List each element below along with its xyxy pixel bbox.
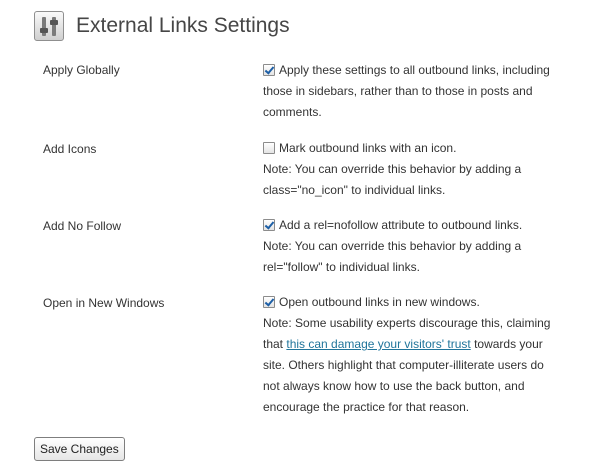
- add-icons-note-line: class="no_icon" to individual links.: [263, 183, 446, 197]
- apply-globally-option-text: Apply these settings to all outbound lin…: [279, 63, 550, 77]
- note-text-fragment: towards your: [470, 337, 543, 351]
- label-add-icons: Add Icons: [43, 142, 97, 156]
- open-new-windows-note-line: site. Others highlight that computer-ill…: [263, 358, 544, 372]
- note-text-fragment: that: [263, 337, 287, 351]
- label-apply-globally: Apply Globally: [43, 63, 120, 77]
- add-no-follow-option-text: Add a rel=nofollow attribute to outbound…: [279, 218, 523, 232]
- label-open-in-new-windows: Open in New Windows: [43, 296, 165, 310]
- add-no-follow-checkbox[interactable]: [263, 219, 275, 231]
- visitors-trust-link[interactable]: this can damage your visitors' trust: [286, 337, 470, 351]
- open-new-windows-note-line: that this can damage your visitors' trus…: [263, 334, 563, 355]
- open-new-windows-option-text: Open outbound links in new windows.: [279, 295, 480, 309]
- open-new-windows-checkbox[interactable]: [263, 296, 275, 308]
- field-add-icons: Mark outbound links with an icon. Note: …: [263, 138, 563, 201]
- label-add-no-follow: Add No Follow: [43, 219, 122, 233]
- add-no-follow-note-line: Note: You can override this behavior by …: [263, 239, 522, 253]
- open-new-windows-note-line: not always know how to use the back butt…: [263, 379, 525, 393]
- page-header: External Links Settings: [34, 10, 290, 42]
- apply-globally-text-line: those in sidebars, rather than to those …: [263, 84, 533, 98]
- add-icons-option-text: Mark outbound links with an icon.: [279, 141, 457, 155]
- open-new-windows-note-line: encourage the practice for that reason.: [263, 400, 470, 414]
- page-title: External Links Settings: [76, 14, 290, 37]
- settings-sliders-icon: [34, 11, 64, 41]
- add-icons-checkbox[interactable]: [263, 142, 275, 154]
- add-no-follow-note-line: rel="follow" to individual links.: [263, 260, 420, 274]
- apply-globally-text-line: comments.: [263, 105, 322, 119]
- add-icons-note-line: Note: You can override this behavior by …: [263, 162, 522, 176]
- field-apply-globally: Apply these settings to all outbound lin…: [263, 60, 563, 123]
- field-open-in-new-windows: Open outbound links in new windows. Note…: [263, 292, 563, 418]
- apply-globally-checkbox[interactable]: [263, 64, 275, 76]
- open-new-windows-note-line: Note: Some usability experts discourage …: [263, 316, 551, 330]
- save-changes-button[interactable]: Save Changes: [34, 437, 125, 461]
- field-add-no-follow: Add a rel=nofollow attribute to outbound…: [263, 215, 563, 278]
